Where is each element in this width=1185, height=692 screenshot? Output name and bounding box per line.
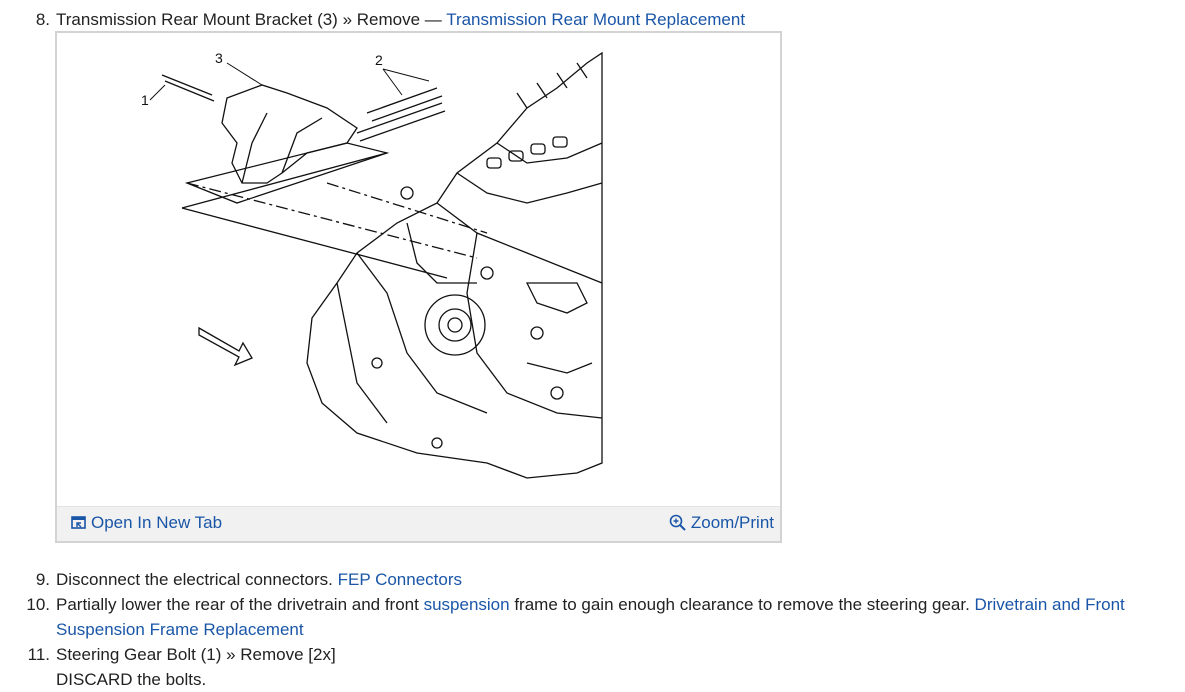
open-in-new-tab-label: Open In New Tab bbox=[91, 513, 223, 532]
link-fep-connectors[interactable]: FEP Connectors bbox=[338, 570, 462, 589]
step-text: Disconnect the electrical connectors. FE… bbox=[56, 567, 1175, 592]
figure-toolbar: Open In New Tab Zoom/Print bbox=[57, 506, 780, 541]
callout-2: 2 bbox=[375, 52, 383, 68]
step-text: Steering Gear Bolt (1) » Remove [2x] DISC… bbox=[56, 642, 1175, 692]
open-in-new-tab-button[interactable]: Open In New Tab bbox=[71, 513, 222, 533]
illustration-frame: 1 3 2 Open In New Tab Zoom/Print bbox=[55, 31, 782, 543]
step-instruction: Disconnect the electrical connectors. bbox=[56, 570, 338, 589]
step-instruction-part-2: frame to gain enough clearance to remove… bbox=[509, 595, 975, 614]
step-instruction-part-1: Partially lower the rear of the drivetra… bbox=[56, 595, 424, 614]
step-number: 8. bbox=[35, 10, 50, 29]
transmission-mount-diagram: 1 3 2 bbox=[141, 50, 603, 479]
step-instruction: Steering Gear Bolt (1) » Remove [2x] bbox=[56, 645, 336, 664]
step-number: 10. bbox=[26, 595, 50, 614]
link-transmission-rear-mount-replacement[interactable]: Transmission Rear Mount Replacement bbox=[446, 10, 745, 29]
callout-1: 1 bbox=[141, 92, 149, 108]
open-new-tab-icon bbox=[71, 516, 86, 529]
zoom-print-button[interactable]: Zoom/Print bbox=[669, 513, 774, 533]
zoom-print-label: Zoom/Print bbox=[690, 513, 774, 532]
step-text: Partially lower the rear of the drivetra… bbox=[56, 592, 1175, 642]
step-note: DISCARD the bolts. bbox=[56, 670, 207, 689]
step-text: Transmission Rear Mount Bracket (3) » Re… bbox=[56, 7, 1175, 32]
step-number: 11. bbox=[27, 645, 50, 664]
step-number: 9. bbox=[35, 570, 50, 589]
callout-3: 3 bbox=[215, 50, 223, 66]
magnifier-plus-icon bbox=[669, 514, 686, 531]
link-suspension[interactable]: suspension bbox=[424, 595, 510, 614]
step-instruction: Transmission Rear Mount Bracket (3) » Re… bbox=[56, 10, 447, 29]
